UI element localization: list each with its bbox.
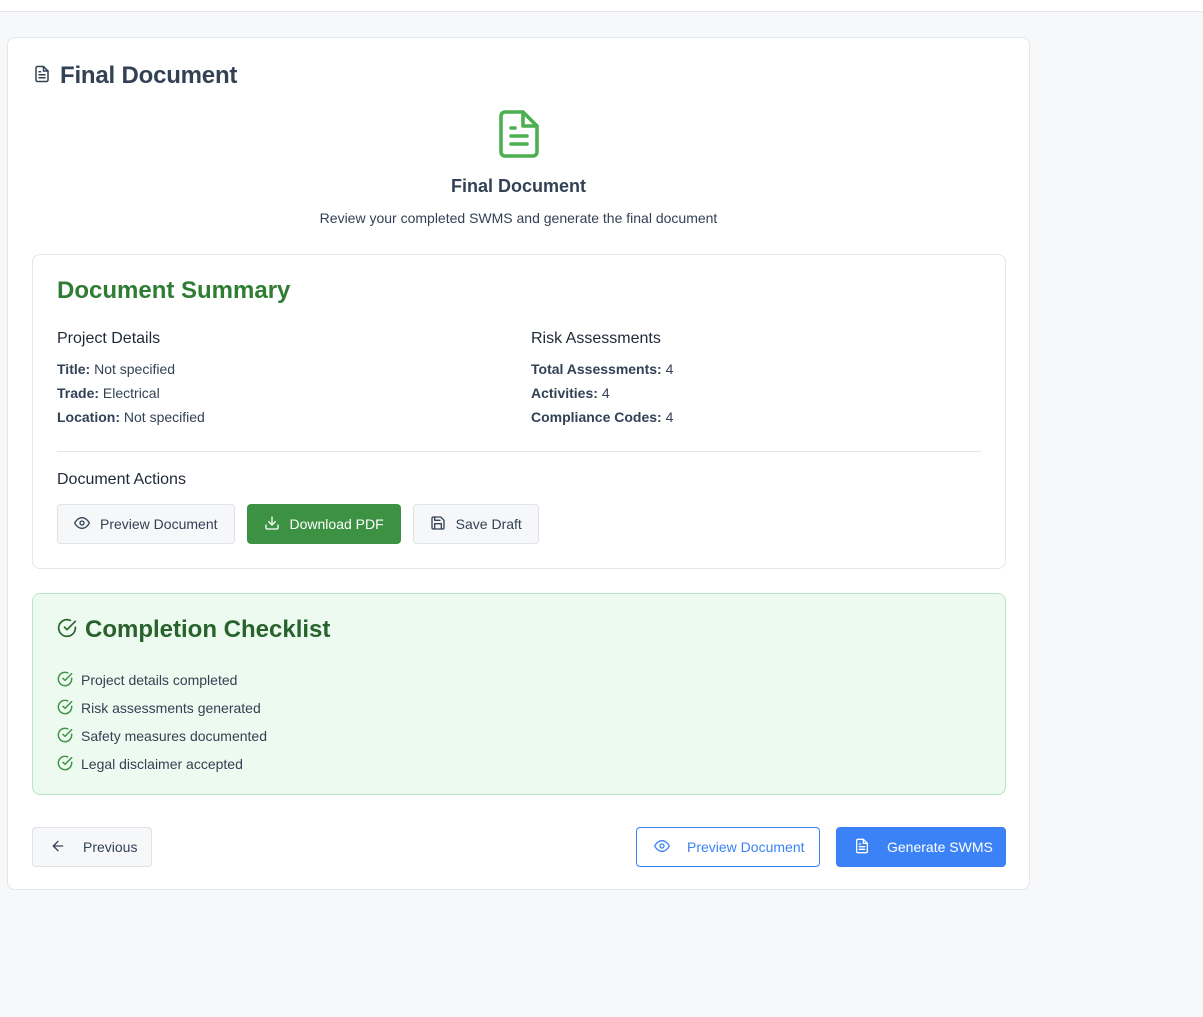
kv-label: Trade: <box>57 385 100 401</box>
eye-icon <box>74 515 90 534</box>
project-title-row: Title: Not specified <box>57 361 205 385</box>
check-circle-icon <box>57 671 73 690</box>
checklist-title: Completion Checklist <box>85 616 331 643</box>
risk-assessments-section: Risk Assessments Total Assessments: 4 Ac… <box>531 330 673 433</box>
preview-document-button[interactable]: Preview Document <box>57 504 235 544</box>
list-item-label: Safety measures documented <box>81 728 267 744</box>
top-bar <box>0 0 1203 12</box>
checklist-header: Completion Checklist <box>57 616 330 644</box>
hero-title: Final Document <box>450 176 586 196</box>
kv-value: 4 <box>665 409 674 425</box>
check-circle-icon <box>57 618 77 643</box>
arrow-left-icon <box>50 838 66 857</box>
download-pdf-button[interactable]: Download PDF <box>246 504 401 544</box>
check-circle-icon <box>57 727 73 746</box>
check-circle-icon <box>57 699 73 718</box>
save-draft-button[interactable]: Save Draft <box>412 504 539 544</box>
completion-checklist-panel: Completion Checklist Project details com… <box>32 593 1006 795</box>
divider <box>57 451 981 452</box>
button-label: Generate SWMS <box>887 839 993 855</box>
project-details-heading: Project Details <box>57 330 161 347</box>
file-text-icon <box>498 110 539 158</box>
eye-icon <box>654 838 670 857</box>
kv-value: 4 <box>601 385 610 401</box>
button-label: Download PDF <box>289 516 384 532</box>
document-actions: Preview Document Download PDF Save Draft <box>57 504 539 544</box>
kv-label: Title: <box>57 361 91 377</box>
kv-label: Location: <box>57 409 120 425</box>
hero-subtitle: Review your completed SWMS and generate … <box>319 210 718 226</box>
project-trade-row: Trade: Electrical <box>57 385 205 409</box>
kv-value: Not specified <box>123 409 205 425</box>
save-icon <box>430 515 446 534</box>
list-item-label: Risk assessments generated <box>81 700 261 716</box>
activities-row: Activities: 4 <box>531 385 673 409</box>
download-icon <box>264 515 280 534</box>
total-assessments-row: Total Assessments: 4 <box>531 361 673 385</box>
checklist-items: Project details completed Risk assessmen… <box>57 666 267 778</box>
list-item: Legal disclaimer accepted <box>57 750 267 778</box>
document-actions-heading: Document Actions <box>57 471 186 488</box>
list-item: Safety measures documented <box>57 722 267 750</box>
risk-assessments-heading: Risk Assessments <box>531 330 661 347</box>
document-summary-panel: Document Summary Project Details Title: … <box>32 254 1006 569</box>
file-text-icon <box>33 64 51 89</box>
button-label: Preview Document <box>100 516 218 532</box>
button-label: Previous <box>83 839 138 855</box>
generate-swms-button[interactable]: Generate SWMS <box>836 827 1006 867</box>
kv-value: Not specified <box>94 361 176 377</box>
list-item-label: Project details completed <box>81 672 238 688</box>
summary-title: Document Summary <box>57 277 291 304</box>
final-document-card: Final Document Final Document Review you… <box>7 37 1030 890</box>
button-label: Save Draft <box>455 516 522 532</box>
card-header: Final Document <box>33 62 237 90</box>
button-label: Preview Document <box>687 839 805 855</box>
project-details-section: Project Details Title: Not specified Tra… <box>57 330 205 433</box>
hero-section: Final Document Review your completed SWM… <box>8 110 1029 226</box>
file-text-icon <box>854 838 870 857</box>
kv-label: Compliance Codes: <box>531 409 662 425</box>
kv-value: 4 <box>665 361 674 377</box>
list-item-label: Legal disclaimer accepted <box>81 756 243 772</box>
project-location-row: Location: Not specified <box>57 409 205 433</box>
compliance-codes-row: Compliance Codes: 4 <box>531 409 673 433</box>
previous-button[interactable]: Previous <box>32 827 152 867</box>
kv-value: Electrical <box>102 385 160 401</box>
list-item: Risk assessments generated <box>57 694 267 722</box>
check-circle-icon <box>57 755 73 774</box>
page-title: Final Document <box>60 62 238 89</box>
kv-label: Activities: <box>531 385 598 401</box>
list-item: Project details completed <box>57 666 267 694</box>
kv-label: Total Assessments: <box>531 361 662 377</box>
preview-document-footer-button[interactable]: Preview Document <box>636 827 820 867</box>
